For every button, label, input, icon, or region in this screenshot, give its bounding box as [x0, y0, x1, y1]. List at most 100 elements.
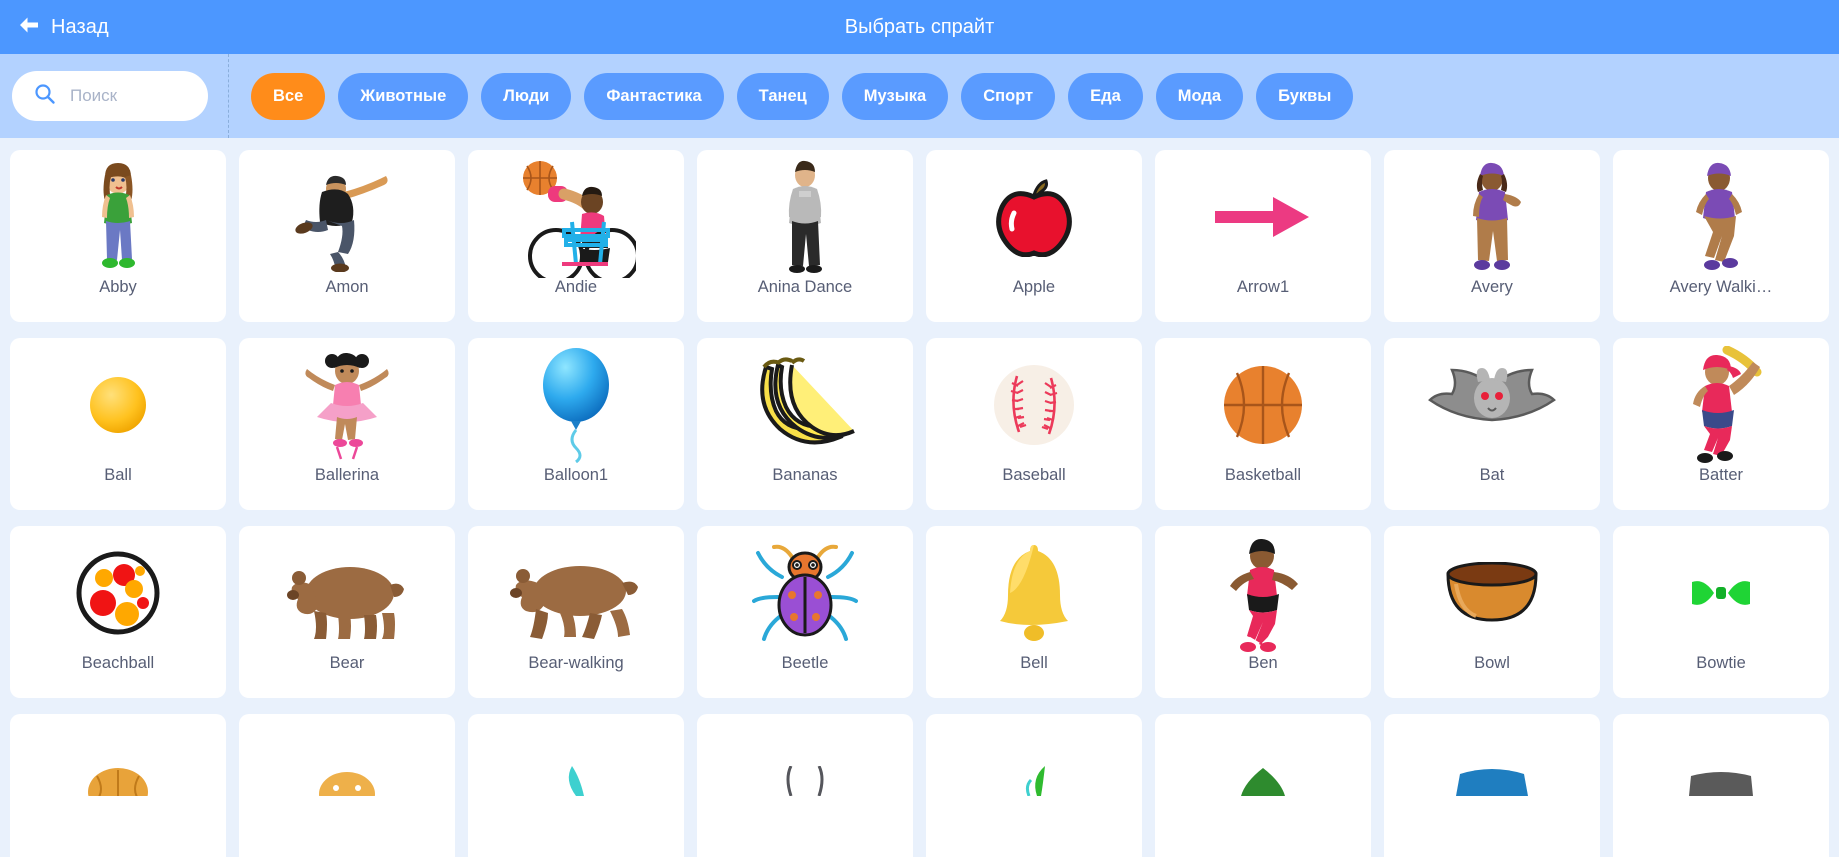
ballerina-icon [239, 344, 455, 466]
sprite-label: Bowl [1474, 654, 1510, 672]
sprite-label: Baseball [1002, 466, 1066, 484]
sprite-card[interactable]: Bat [1384, 338, 1600, 510]
man-dancing-icon [239, 156, 455, 278]
sprite-card[interactable]: Andie [468, 150, 684, 322]
sprite-label: Bear-walking [528, 654, 624, 672]
sprite-card[interactable]: Bananas [697, 338, 913, 510]
back-button[interactable]: Назад [0, 0, 127, 54]
beetle-icon [697, 532, 913, 654]
beachball-icon [10, 532, 226, 654]
sprite-label: Bell [1020, 654, 1048, 672]
sprite-label: Arrow1 [1236, 278, 1290, 296]
sprite-card[interactable]: Anina Dance [697, 150, 913, 322]
sprite-grid: Abby Amon Andie Anina Dance Apple Arrow1… [10, 150, 1829, 857]
sprite-label: Bananas [772, 466, 838, 484]
partial-green-icon [926, 720, 1142, 842]
girl-purple-shirt-icon [1384, 156, 1600, 278]
partial-dark-icon [1613, 720, 1829, 842]
sprite-card[interactable]: Abby [10, 150, 226, 322]
sprite-card[interactable] [697, 714, 913, 857]
page-title: Выбрать спрайт [844, 15, 995, 38]
category-tag-3[interactable]: Фантастика [584, 72, 724, 120]
sprite-label: Avery [1471, 278, 1513, 296]
search-input[interactable] [70, 86, 190, 106]
sprite-card[interactable]: Ballerina [239, 338, 455, 510]
partial-blue-icon [1384, 720, 1600, 842]
sprite-card[interactable]: Balloon1 [468, 338, 684, 510]
sprite-grid-scroll[interactable]: Abby Amon Andie Anina Dance Apple Arrow1… [0, 138, 1839, 857]
category-tag-4[interactable]: Танец [736, 72, 829, 120]
balloon-blue-icon [468, 344, 684, 466]
partial-orange2-icon [239, 720, 455, 842]
category-tag-7[interactable]: Еда [1068, 72, 1143, 120]
bell-icon [926, 532, 1142, 654]
sprite-card[interactable]: Amon [239, 150, 455, 322]
sprite-label: Apple [1012, 278, 1056, 296]
sprite-card[interactable]: Bear-walking [468, 526, 684, 698]
bear-icon [239, 532, 455, 654]
category-tag-8[interactable]: Мода [1155, 72, 1244, 120]
category-tag-6[interactable]: Спорт [961, 72, 1056, 120]
ball-yellow-icon [10, 344, 226, 466]
sprite-label: Amon [325, 278, 369, 296]
sprite-card[interactable] [468, 714, 684, 857]
sprite-card[interactable]: Bowtie [1613, 526, 1829, 698]
sprite-label: Balloon1 [543, 466, 609, 484]
sprite-label: Beachball [81, 654, 155, 672]
sprite-card[interactable]: Batter [1613, 338, 1829, 510]
sprite-label: Bat [1479, 466, 1505, 484]
sprite-card[interactable]: Avery Walki… [1613, 150, 1829, 322]
wheelchair-basketball-icon [468, 156, 684, 278]
sprite-card[interactable]: Bear [239, 526, 455, 698]
sprite-label: Ballerina [314, 466, 380, 484]
modal-header: Назад Выбрать спрайт [0, 0, 1839, 54]
category-tag-list: Все Животные Люди Фантастика Танец Музыка Спор… [251, 72, 1354, 120]
sprite-card[interactable] [239, 714, 455, 857]
sprite-card[interactable]: Basketball [1155, 338, 1371, 510]
arrow-left-icon [18, 16, 40, 39]
sprite-label: Bear [329, 654, 365, 672]
sprite-card[interactable]: Ben [1155, 526, 1371, 698]
sprite-card[interactable]: Arrow1 [1155, 150, 1371, 322]
person-grey-hoodie-icon [697, 156, 913, 278]
search-box[interactable] [12, 71, 208, 121]
sprite-card[interactable]: Apple [926, 150, 1142, 322]
category-tag-9[interactable]: Буквы [1256, 72, 1354, 120]
bowl-icon [1384, 532, 1600, 654]
sprite-card[interactable]: Avery [1384, 150, 1600, 322]
category-tag-0[interactable]: Все [251, 72, 326, 120]
sprite-card[interactable] [1155, 714, 1371, 857]
partial-green2-icon [1155, 720, 1371, 842]
sprite-card[interactable] [1384, 714, 1600, 857]
category-tag-5[interactable]: Музыка [841, 72, 949, 120]
sprite-card[interactable]: Beachball [10, 526, 226, 698]
girl-green-shirt-icon [10, 156, 226, 278]
sprite-card[interactable]: Bell [926, 526, 1142, 698]
sprite-card[interactable] [10, 714, 226, 857]
arrow-right-pink-icon [1155, 156, 1371, 278]
sprite-label: Avery Walki… [1669, 278, 1773, 296]
sprite-card[interactable]: Baseball [926, 338, 1142, 510]
partial-teal-icon [468, 720, 684, 842]
sprite-card[interactable] [926, 714, 1142, 857]
partial-grey-icon [697, 720, 913, 842]
sprite-label: Batter [1698, 466, 1744, 484]
sprite-label: Ben [1248, 654, 1278, 672]
category-tag-1[interactable]: Животные [338, 72, 469, 120]
sprite-label: Abby [99, 278, 137, 296]
sprite-card[interactable]: Bowl [1384, 526, 1600, 698]
basketball-icon [1155, 344, 1371, 466]
sprite-card[interactable]: Beetle [697, 526, 913, 698]
sprite-card[interactable] [1613, 714, 1829, 857]
sprite-card[interactable]: Ball [10, 338, 226, 510]
category-tag-2[interactable]: Люди [481, 72, 572, 120]
filter-bar: ВсеЖивотныеЛюдиФантастикаТанецМузыкаСпор… [0, 54, 1839, 138]
batter-icon [1613, 344, 1829, 466]
back-label: Назад [51, 15, 109, 38]
baseball-icon [926, 344, 1142, 466]
bowtie-green-icon [1613, 532, 1829, 654]
search-icon [34, 83, 56, 110]
sprite-label: Anina Dance [757, 278, 853, 296]
girl-walking-icon [1613, 156, 1829, 278]
sprite-label: Bowtie [1696, 654, 1746, 672]
